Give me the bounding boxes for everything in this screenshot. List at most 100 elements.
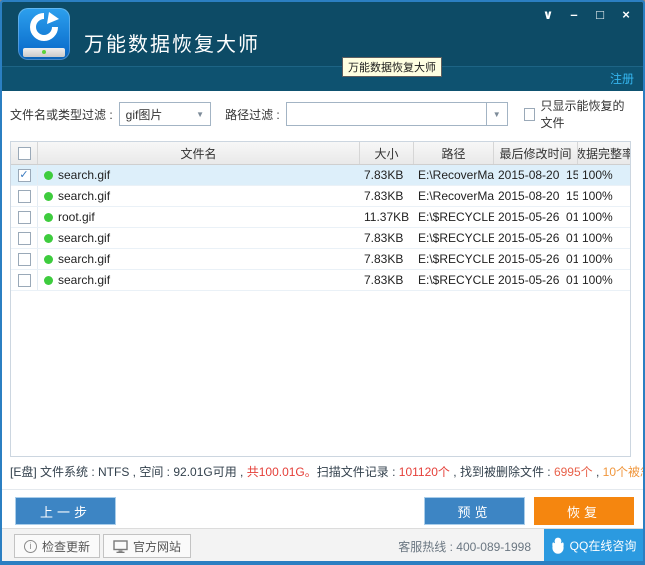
file-modified: 2015-05-26 01:14 [498,210,578,224]
status-part: 扫描文件记录 : [316,465,399,479]
column-header-name[interactable]: 文件名 [38,142,360,164]
header-strip: 注册 [2,66,643,91]
tooltip: 万能数据恢复大师 [342,57,442,77]
table-header: 文件名 大小 路径 最后修改时间 数据完整率 [11,142,630,165]
drive-led [42,50,46,54]
file-name: root.gif [58,210,95,224]
file-integrity: 100% [582,252,613,266]
file-status-dot-icon [44,255,53,264]
minimize-icon[interactable]: – [567,7,581,23]
chevron-down-icon[interactable]: ∨ [541,7,555,23]
scan-status-text: [E盘] 文件系统 : NTFS , 空间 : 92.01G可用 , 共100.… [10,463,643,480]
official-site-label: 官方网站 [133,539,182,554]
file-integrity: 100% [582,231,613,245]
row-checkbox[interactable] [17,252,31,266]
file-size: 7.83KB [364,189,404,203]
qq-support-label: QQ在线咨询 [569,538,637,553]
info-icon: i [24,539,37,553]
file-size: 7.83KB [364,168,404,182]
window-controls: ∨ – □ × [541,7,633,23]
file-size: 7.83KB [364,273,404,287]
qq-support-button[interactable]: QQ在线咨询 [544,529,643,561]
table-row[interactable]: root.gif 11.37KB E:\$RECYCLE.BIN.. 2015-… [11,207,630,228]
type-filter-value: gif图片 [125,107,163,122]
file-integrity: 100% [582,273,613,287]
file-name: search.gif [58,189,111,203]
file-modified: 2015-08-20 15:00 [498,189,578,203]
footer-bar: i 检查更新 官方网站 客服热线 : 400-089-1998 QQ在线咨询 [2,528,643,561]
app-window: 万能数据恢复大师 ∨ – □ × 注册 万能数据恢复大师 文件名或类型过滤 : … [0,0,645,565]
maximize-icon[interactable]: □ [593,7,607,23]
file-modified: 2015-05-26 01:14 [498,231,578,245]
recoverable-checkbox[interactable] [523,107,536,121]
path-filter-combo: ▼ [285,102,508,126]
file-size: 11.37KB [364,210,410,224]
app-title: 万能数据恢复大师 [84,34,260,56]
file-modified: 2015-05-26 01:14 [498,273,578,287]
column-header-path[interactable]: 路径 [414,142,494,164]
caret-down-icon: ▼ [196,109,205,119]
recovery-arrow-icon [30,12,59,41]
file-name: search.gif [58,168,111,182]
status-part: [E盘] 文件系统 : NTFS , 空间 : 92.01G可用 , [10,465,247,479]
row-checkbox[interactable] [17,231,31,245]
official-site-button[interactable]: 官方网站 [103,534,192,558]
hotline-text: 客服热线 : 400-089-1998 [398,540,531,554]
column-header-modified[interactable]: 最后修改时间 [494,142,578,164]
back-button[interactable]: 上一步 [15,497,116,525]
file-size: 7.83KB [364,231,404,245]
status-part: , [592,465,603,479]
file-integrity: 100% [582,189,613,203]
path-filter-dropdown-button[interactable]: ▼ [485,102,508,126]
recoverable-filter: 只显示能恢复的文件 [523,97,636,131]
file-path: E:\$RECYCLE.BIN.. [418,252,494,266]
file-modified: 2015-05-26 01:14 [498,252,578,266]
qq-penguin-icon [551,537,564,554]
column-header-integrity[interactable]: 数据完整率 [578,142,630,164]
path-filter-label: 路径过滤 : [225,107,280,122]
table-row[interactable]: ✓ search.gif 7.83KB E:\RecoverMaste.. 20… [11,165,630,186]
file-name: search.gif [58,231,111,245]
recover-button[interactable]: 恢复 [534,497,634,525]
file-integrity: 100% [582,168,613,182]
file-size: 7.83KB [364,252,404,266]
recoverable-checkbox-label: 只显示能恢复的文件 [540,99,625,130]
select-all-checkbox[interactable] [17,146,31,160]
check-update-label: 检查更新 [42,539,91,554]
file-integrity: 100% [582,210,613,224]
row-checkbox[interactable] [17,210,31,224]
status-scanned-count: 101120个 [398,465,450,479]
close-icon[interactable]: × [619,7,633,23]
status-total-space: 共100.01G。 [246,465,317,479]
separator-line [2,489,643,490]
column-header-size[interactable]: 大小 [360,142,414,164]
path-filter-input[interactable] [285,102,486,126]
preview-button[interactable]: 预览 [424,497,525,525]
title-bar: 万能数据恢复大师 ∨ – □ × [2,2,643,66]
table-row[interactable]: search.gif 7.83KB E:\$RECYCLE.BIN.. 2015… [11,249,630,270]
table-row[interactable]: search.gif 7.83KB E:\RecoverMaste.. 2015… [11,186,630,207]
row-checkbox[interactable]: ✓ [17,168,31,182]
monitor-icon [113,539,128,553]
status-part: , 找到被删除文件 : [449,465,554,479]
table-row[interactable]: search.gif 7.83KB E:\$RECYCLE.BIN.. 2015… [11,228,630,249]
type-filter-select[interactable]: gif图片 ▼ [118,102,212,126]
file-status-dot-icon [44,234,53,243]
file-status-dot-icon [44,276,53,285]
table-row[interactable]: search.gif 7.83KB E:\$RECYCLE.BIN.. 2015… [11,270,630,291]
row-checkbox[interactable] [17,189,31,203]
file-name: search.gif [58,252,111,266]
file-status-dot-icon [44,171,53,180]
check-update-button[interactable]: i 检查更新 [14,534,101,558]
row-checkbox[interactable] [17,273,31,287]
file-modified: 2015-08-20 15:00 [498,168,578,182]
file-path: E:\$RECYCLE.BIN.. [418,231,494,245]
file-table: 文件名 大小 路径 最后修改时间 数据完整率 ✓ search.gif 7.83… [10,141,631,457]
status-deleted-count: 6995个 [553,465,593,479]
file-status-dot-icon [44,213,53,222]
file-path: E:\RecoverMaste.. [418,189,494,203]
register-link[interactable]: 注册 [610,70,634,87]
caret-down-icon: ▼ [492,109,501,119]
file-path: E:\$RECYCLE.BIN.. [418,273,494,287]
filter-bar: 文件名或类型过滤 : gif图片 ▼ 路径过滤 : ▼ 只显示能恢复的文件 [10,99,636,130]
